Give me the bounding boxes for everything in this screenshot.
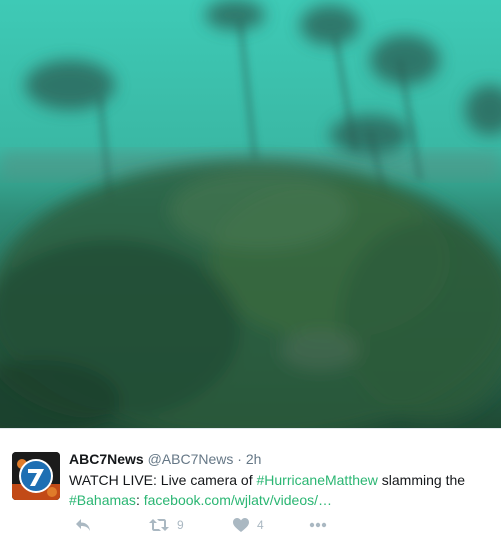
tweet-text-prefix: WATCH LIVE: Live camera of xyxy=(69,472,257,488)
like-button[interactable]: 4 xyxy=(233,515,264,535)
display-name[interactable]: ABC7News xyxy=(69,451,144,467)
tweet-card: ABC7News @ABC7News · 2h WATCH LIVE: Live… xyxy=(0,428,501,544)
user-handle[interactable]: @ABC7News xyxy=(148,451,234,467)
hurricane-scene xyxy=(0,0,501,428)
tweet-text-colon: : xyxy=(135,492,144,508)
retweet-count: 9 xyxy=(177,518,184,532)
separator-dot: · xyxy=(237,451,242,467)
timestamp[interactable]: 2h xyxy=(246,451,262,467)
tweet-actions: 9 4 xyxy=(69,515,489,535)
retweet-icon xyxy=(149,519,169,531)
reply-icon xyxy=(76,519,90,531)
avatar[interactable] xyxy=(12,452,60,500)
hashtag-bahamas[interactable]: #Bahamas xyxy=(69,492,136,508)
tweet-header: ABC7News @ABC7News · 2h xyxy=(69,450,261,468)
heart-icon xyxy=(233,518,249,532)
tweet-text-middle: slamming the xyxy=(377,472,466,488)
like-count: 4 xyxy=(257,518,264,532)
more-button[interactable] xyxy=(309,515,327,535)
abc7-logo-icon xyxy=(12,452,60,500)
more-icon xyxy=(309,522,327,528)
tweet-text: WATCH LIVE: Live camera of #HurricaneMat… xyxy=(69,470,489,510)
media-video-thumbnail[interactable] xyxy=(0,0,501,428)
retweet-button[interactable]: 9 xyxy=(149,515,184,535)
reply-button[interactable] xyxy=(75,515,91,535)
tweet-link[interactable]: facebook.com/wjlatv/videos/… xyxy=(144,492,332,508)
hashtag-hurricane-matthew[interactable]: #HurricaneMatthew xyxy=(257,472,378,488)
